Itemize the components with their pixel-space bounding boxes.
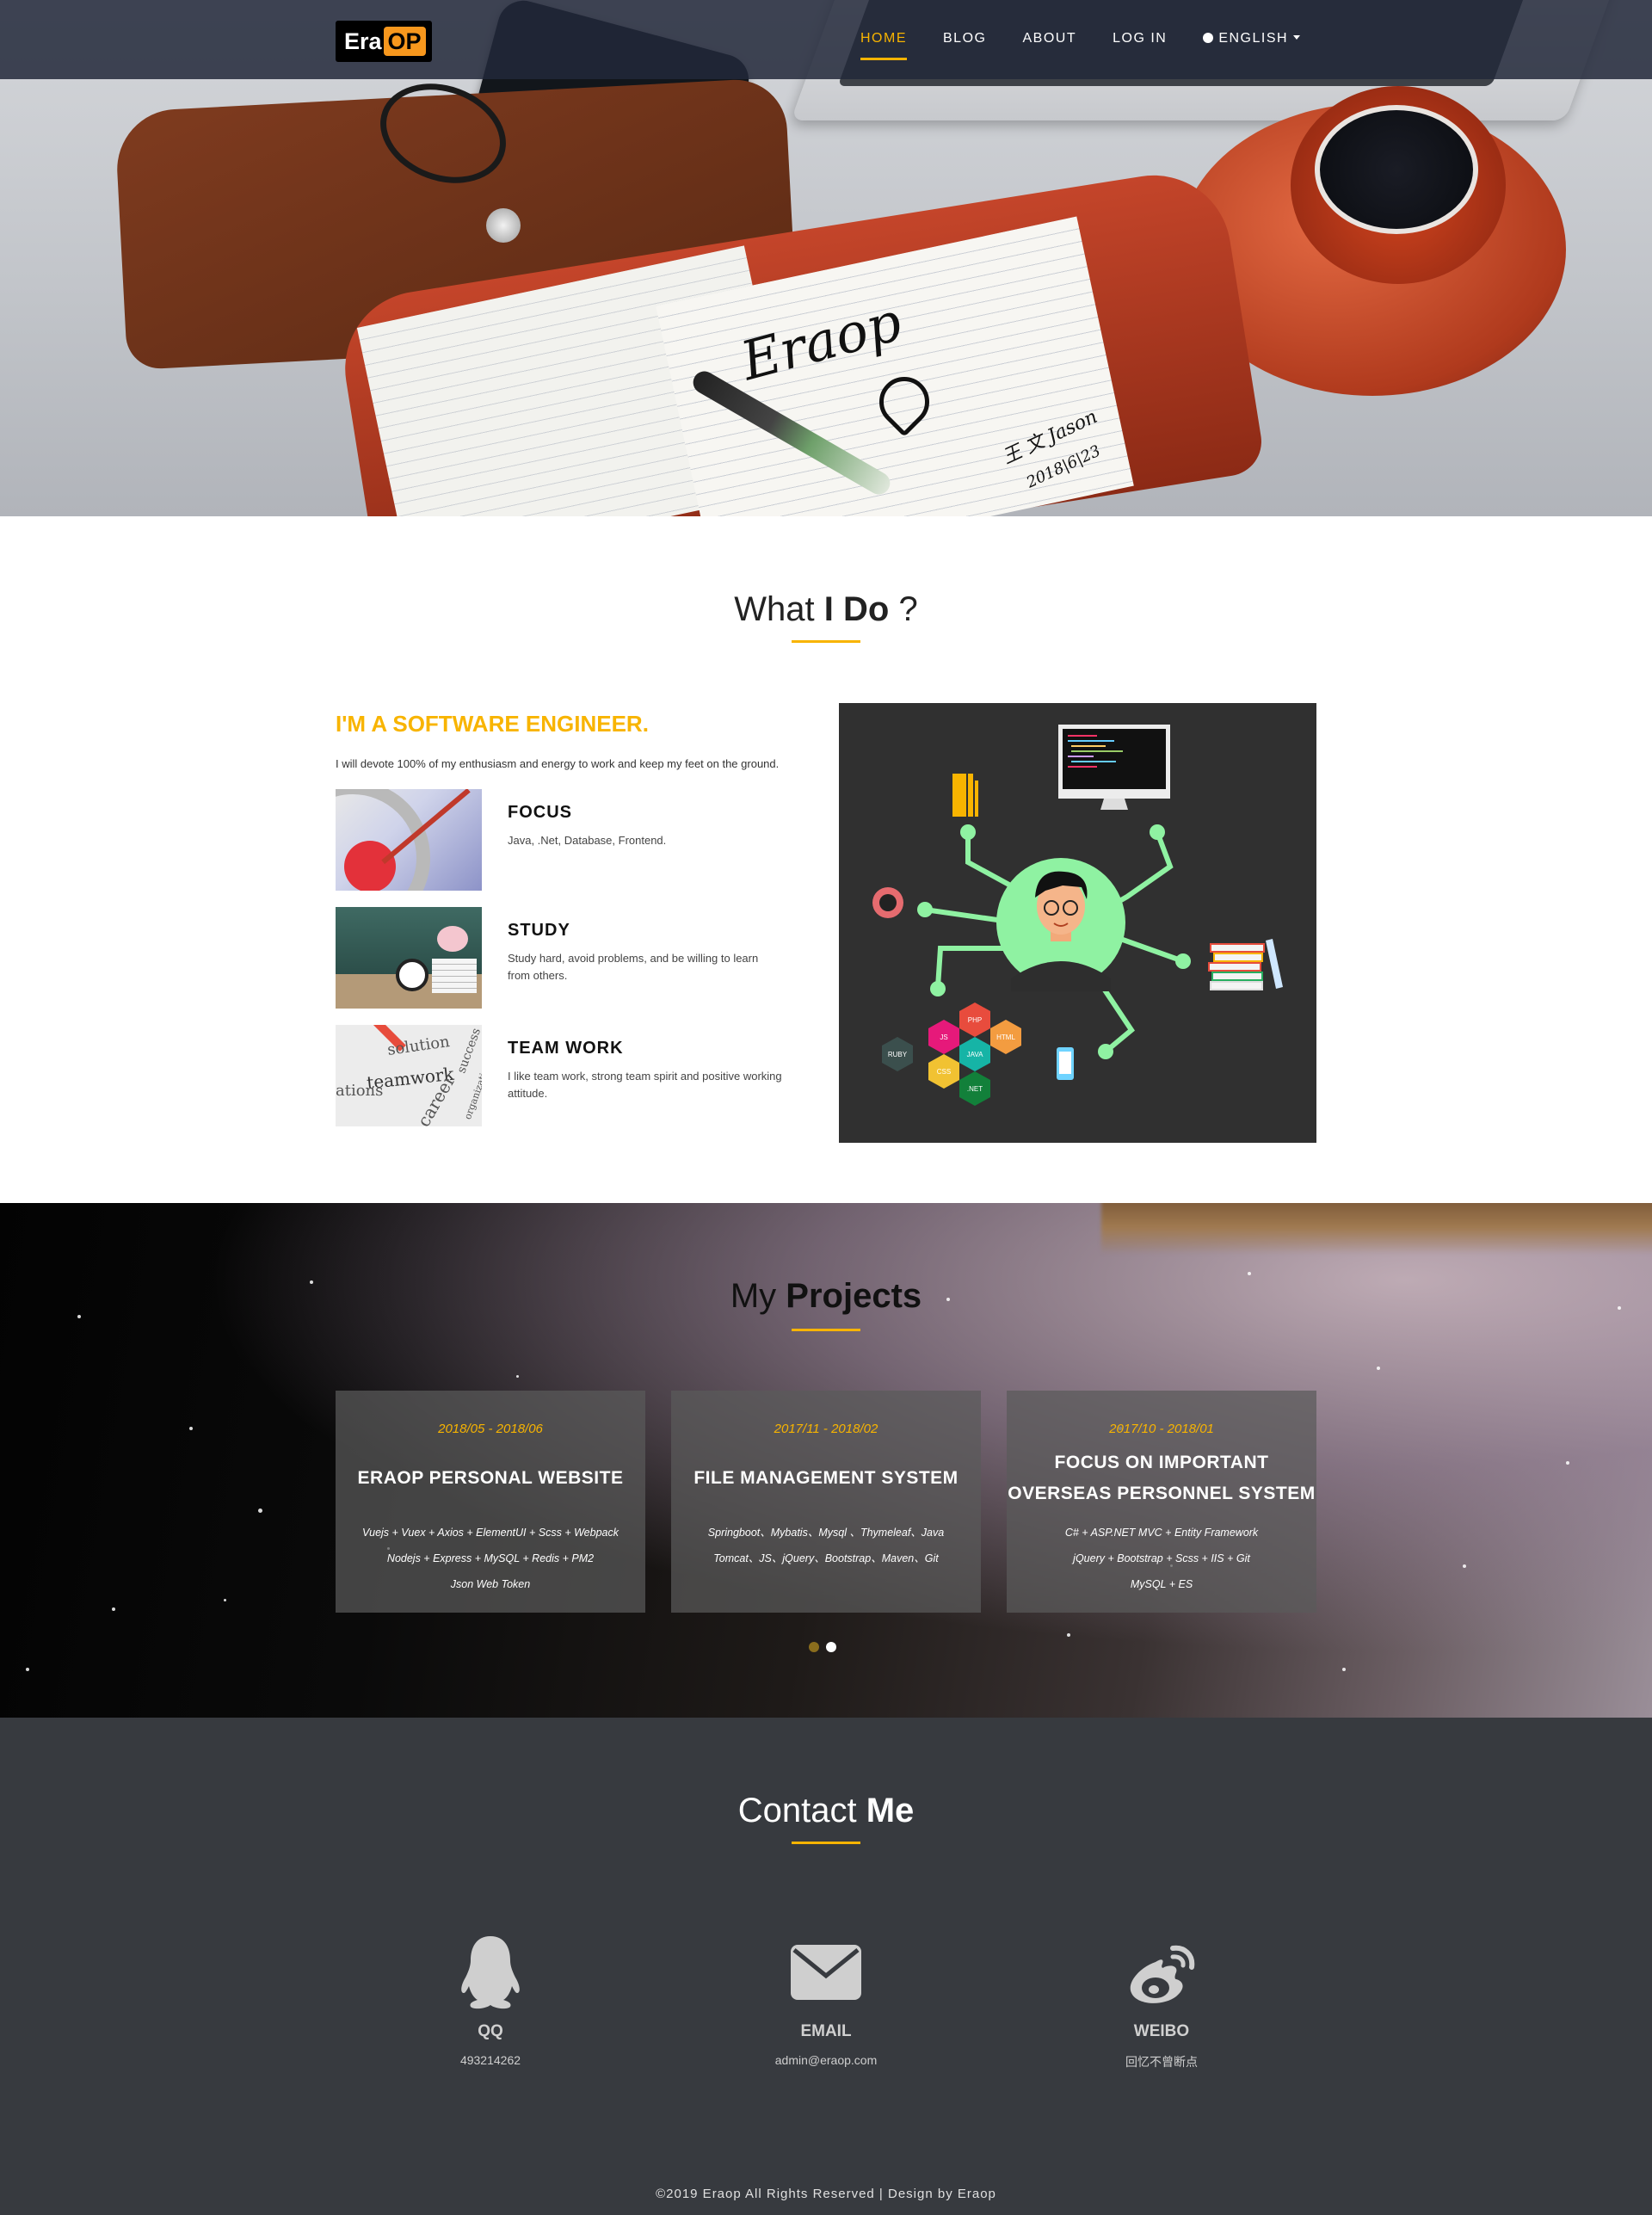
tech-hexagons: PHP JS HTML RUBY JAVA CSS .NET: [882, 1003, 1021, 1106]
project-name: ERAOP PERSONAL WEBSITE: [357, 1468, 624, 1488]
contact-value: 回忆不曾断点: [1125, 2055, 1198, 2069]
contact-title-bold: Me: [866, 1792, 915, 1829]
branch-node: [1098, 1044, 1113, 1059]
globe-icon: [1203, 33, 1214, 43]
what-heading-underline: [792, 640, 860, 643]
hex-label: JS: [940, 1033, 947, 1041]
weibo-icon: [1130, 1945, 1195, 2003]
project-name: OVERSEAS PERSONNEL SYSTEM: [1008, 1484, 1316, 1503]
projects-heading: My Projects: [0, 1277, 1652, 1316]
contact-qq[interactable]: QQ 493214262: [404, 1933, 576, 2067]
feature-teamwork: solution success teamwork ations career …: [336, 1025, 817, 1126]
contact-label: QQ: [478, 2022, 503, 2040]
branch-node: [960, 824, 976, 840]
branch-node: [1150, 824, 1165, 840]
caret-down-icon: [1293, 35, 1301, 40]
project-dates: 2017/10 - 2018/01: [1109, 1422, 1214, 1436]
teamwork-words-image: solution success teamwork ations career …: [336, 1025, 482, 1126]
study-desk-image: [336, 907, 482, 1009]
site-logo[interactable]: Era OP: [336, 21, 432, 62]
branch-node: [917, 902, 933, 917]
project-card[interactable]: 2017/10 - 2018/01 FOCUS ON IMPORTANT OVE…: [1007, 1391, 1316, 1613]
qq-penguin-icon: [461, 1936, 520, 2009]
project-name: FILE MANAGEMENT SYSTEM: [693, 1468, 959, 1488]
projects-heading-underline: [792, 1329, 860, 1331]
contact-title-pre: Contact: [737, 1792, 866, 1829]
project-tech-line: Vuejs + Vuex + Axios + ElementUI + Scss …: [362, 1527, 619, 1539]
coffee-cup-decoration: [1291, 86, 1506, 284]
feature-text: Java, .Net, Database, Frontend.: [508, 834, 667, 847]
what-i-do-heading: What I Do ?: [0, 590, 1652, 629]
contact-heading: Contact Me: [0, 1792, 1652, 1830]
nav-item-login[interactable]: LOG IN: [1113, 31, 1167, 46]
branch-node: [930, 981, 946, 996]
carousel-dot[interactable]: [826, 1642, 836, 1652]
logo-text-era: Era: [344, 28, 382, 54]
carousel-dots: [809, 1642, 843, 1652]
focus-target-image: [336, 789, 482, 891]
contact-label: EMAIL: [800, 2022, 852, 2040]
feature-focus: FOCUS Java, .Net, Database, Frontend.: [336, 789, 817, 891]
nav-item-blog[interactable]: BLOG: [943, 31, 986, 46]
hex-label: PHP: [968, 1016, 982, 1024]
project-card[interactable]: 2017/11 - 2018/02 FILE MANAGEMENT SYSTEM…: [671, 1391, 981, 1613]
contact-section: Contact Me QQ 493214262 EMAIL admin@erao…: [0, 1718, 1652, 2215]
hex-label: JAVA: [967, 1051, 983, 1058]
top-navbar: Era OP HOME BLOG ABOUT LOG IN ENGLISH: [0, 0, 1652, 79]
team-word: success: [454, 1026, 482, 1076]
hero-banner: Eraop 王 文 Jason 2018|6|23 Era OP HOME BL…: [0, 0, 1652, 516]
footer-copyright: ©2019 Eraop All Rights Reserved | Design…: [656, 2187, 996, 2201]
logo-text-op: OP: [383, 27, 426, 56]
projects-title-bold: Projects: [786, 1277, 922, 1315]
nav-menu: HOME BLOG ABOUT LOG IN ENGLISH: [860, 31, 1336, 60]
team-word: ations: [336, 1082, 384, 1100]
project-tech-line: Springboot、Mybatis、Mysql 、Thymeleaf、Java: [707, 1527, 945, 1539]
project-dates: 2017/11 - 2018/02: [774, 1422, 878, 1436]
what-title-bold: I Do: [823, 590, 890, 628]
project-tech-line: Tomcat、JS、jQuery、Bootstrap、Maven、Git: [713, 1552, 939, 1564]
what-title-post: ?: [889, 590, 918, 628]
contact-value: admin@eraop.com: [774, 2053, 878, 2067]
nav-item-about[interactable]: ABOUT: [1022, 31, 1076, 46]
hex-label: RUBY: [888, 1051, 908, 1058]
feature-text: Study hard, avoid problems, and be willi…: [508, 952, 759, 982]
hex-label: CSS: [937, 1068, 951, 1076]
contact-label: WEIBO: [1133, 2022, 1190, 2040]
intro-text: I will devote 100% of my enthusiasm and …: [336, 757, 780, 770]
contact-email[interactable]: EMAIL admin@eraop.com: [740, 1933, 912, 2067]
project-dates: 2018/05 - 2018/06: [438, 1422, 543, 1436]
feature-title: STUDY: [508, 921, 570, 940]
nav-item-home[interactable]: HOME: [860, 31, 907, 60]
book-stack-icon: [1208, 939, 1283, 990]
project-name: FOCUS ON IMPORTANT: [1054, 1453, 1269, 1472]
what-title-pre: What: [734, 590, 824, 628]
developer-illustration: PHP JS HTML RUBY JAVA CSS .NET: [839, 703, 1316, 1143]
contact-value: 493214262: [459, 2053, 521, 2067]
project-tech-line: jQuery + Bootstrap + Scss + IIS + Git: [1073, 1552, 1250, 1564]
contact-weibo[interactable]: WEIBO 回忆不曾断点: [1076, 1933, 1248, 2070]
language-label: ENGLISH: [1218, 31, 1289, 46]
language-dropdown[interactable]: ENGLISH: [1203, 31, 1301, 46]
feature-title: TEAM WORK: [508, 1039, 624, 1058]
hex-label: HTML: [996, 1033, 1015, 1041]
tagline: I'M A SOFTWARE ENGINEER.: [336, 711, 649, 737]
feature-text: I like team work, strong team spirit and…: [508, 1070, 782, 1100]
hex-label: .NET: [967, 1085, 983, 1093]
project-tech-line: C# + ASP.NET MVC + Entity Framework: [1064, 1527, 1259, 1539]
projects-title-pre: My: [730, 1277, 786, 1315]
snap-button-decoration: [486, 208, 521, 243]
feature-title: FOCUS: [508, 803, 572, 822]
carousel-dot[interactable]: [809, 1642, 819, 1652]
feature-study: STUDY Study hard, avoid problems, and be…: [336, 907, 817, 1009]
projects-section: My Projects 2018/05 - 2018/06 ERAOP PERS…: [0, 1203, 1652, 1718]
project-tech-line: Json Web Token: [450, 1578, 531, 1590]
project-tech-line: MySQL + ES: [1130, 1578, 1193, 1590]
project-tech-line: Nodejs + Express + MySQL + Redis + PM2: [386, 1552, 595, 1564]
branch-node: [1175, 953, 1191, 969]
envelope-icon: [791, 1945, 861, 2000]
books-upright-icon: [952, 774, 966, 817]
project-card[interactable]: 2018/05 - 2018/06 ERAOP PERSONAL WEBSITE…: [336, 1391, 645, 1613]
contact-heading-underline: [792, 1842, 860, 1844]
